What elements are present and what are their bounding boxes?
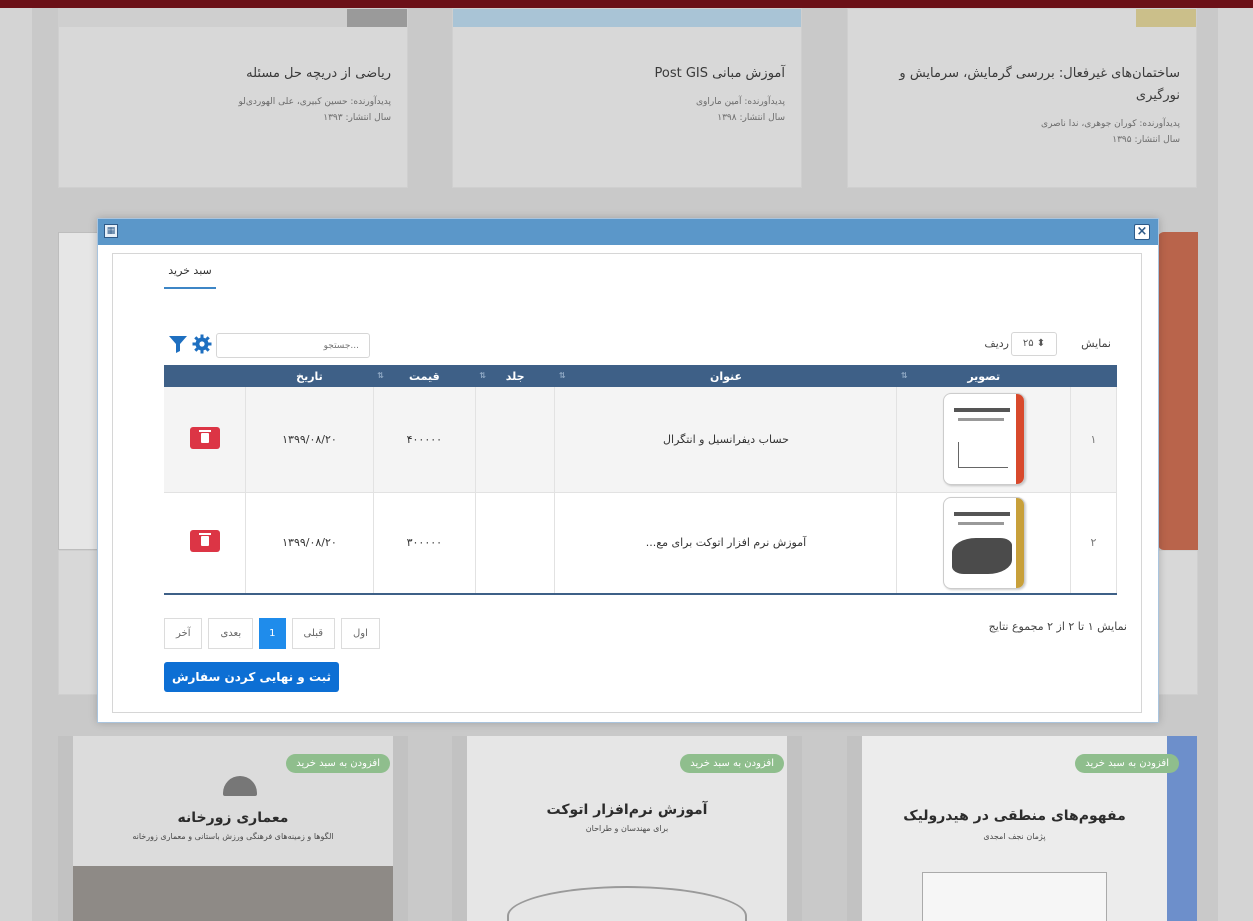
title-cell: آموزش نرم افزار اتوکت برای مع...	[554, 492, 898, 595]
lamp-icon	[223, 776, 257, 796]
book-card[interactable]: ساختمان‌های غیرفعال: بررسی گرمایش، سرمای…	[847, 8, 1197, 188]
pager-current[interactable]: 1	[259, 618, 286, 649]
add-to-cart-button[interactable]: افزودن به سبد خرید	[680, 754, 784, 773]
book-thumbnail[interactable]	[942, 393, 1025, 486]
book-author: پدیدآورنده: کوران جوهری، ندا ناصری	[1041, 119, 1180, 129]
search-input[interactable]	[216, 333, 370, 358]
site-header-bar	[0, 0, 1253, 8]
trash-icon	[198, 429, 211, 443]
book-card[interactable]: ریاضی از دریچه حل مسئله پدیدآورنده: حسین…	[58, 8, 408, 188]
rows-label: ردیف	[984, 337, 1009, 350]
book-cover[interactable]: معماری زورخانه الگوها و زمینه‌های فرهنگی…	[58, 736, 408, 921]
table-row: ۱۳۹۹/۰۸/۲۰ ۴۰۰۰۰۰ حساب دیفرانسیل و انتگر…	[164, 387, 1117, 493]
page-gutter-left	[0, 8, 32, 921]
book-author: پدیدآورنده: حسین کبیری، علی الهوردی‌لو	[238, 97, 391, 107]
volume-cell	[475, 387, 556, 493]
gear-icon[interactable]	[192, 334, 212, 354]
delete-cell	[164, 492, 247, 595]
finalize-order-button[interactable]: ثبت و نهایی کردن سفارش	[164, 662, 339, 692]
book-card-partial	[58, 232, 98, 550]
volume-cell	[475, 492, 556, 595]
book-year: سال انتشار: ۱۳۹۳	[323, 113, 391, 123]
date-cell: ۱۳۹۹/۰۸/۲۰	[245, 492, 374, 595]
pager-last[interactable]: آخر	[164, 618, 203, 649]
book-card-partial	[58, 550, 98, 695]
pager-first[interactable]: اول	[341, 618, 380, 649]
column-header-row	[1070, 365, 1117, 387]
book-card-partial	[1158, 550, 1198, 695]
book-cover[interactable]: آموزش نرم‌افزار اتوکت برای مهندسان و طرا…	[452, 736, 802, 921]
book-year: سال انتشار: ۱۳۹۵	[1112, 135, 1180, 145]
book-title[interactable]: ریاضی از دریچه حل مسئله	[246, 63, 391, 85]
book-cover-title: معماری زورخانه	[177, 810, 289, 826]
column-header-volume[interactable]: جلد ⇅	[475, 365, 555, 387]
book-cover-subtitle: الگوها و زمینه‌های فرهنگی ورزش باستانی و…	[132, 832, 334, 841]
delete-cell	[164, 387, 247, 493]
book-cover[interactable]: مفهوم‌های منطقی در هیدرولیک پژمان نجف ام…	[847, 736, 1197, 921]
book-thumbnail[interactable]	[942, 496, 1025, 589]
pager-prev[interactable]: قبلی	[291, 618, 335, 649]
row-number: ۱	[1070, 387, 1117, 493]
book-title[interactable]: آموزش مبانی Post GIS	[654, 63, 785, 85]
column-header-image[interactable]: تصویر ⇅	[896, 365, 1071, 387]
tab-cart[interactable]: سبد خرید	[164, 264, 216, 289]
filter-icon[interactable]	[168, 334, 188, 354]
pager-next[interactable]: بعدی	[208, 618, 254, 649]
delete-button[interactable]	[189, 426, 220, 449]
column-header-date[interactable]: تاریخ	[245, 365, 374, 387]
book-cover-title: مفهوم‌های منطقی در هیدرولیک	[903, 808, 1126, 824]
title-cell: حساب دیفرانسیل و انتگرال	[554, 387, 898, 493]
date-cell: ۱۳۹۹/۰۸/۲۰	[245, 387, 374, 493]
close-button[interactable]: ×	[1134, 224, 1150, 240]
delete-button[interactable]	[189, 530, 220, 553]
column-header-price[interactable]: قیمت ⇅	[373, 365, 476, 387]
trash-icon	[198, 533, 211, 547]
column-header-title[interactable]: عنوان ⇅	[554, 365, 897, 387]
dialog-titlebar[interactable]: ▦ ×	[98, 219, 1158, 245]
add-to-cart-button[interactable]: افزودن به سبد خرید	[286, 754, 390, 773]
column-header-actions	[164, 365, 246, 387]
window-icon: ▦	[104, 224, 118, 238]
show-label: نمایش	[1081, 337, 1111, 350]
book-title[interactable]: ساختمان‌های غیرفعال: بررسی گرمایش، سرمای…	[870, 63, 1180, 107]
pagination: آخر بعدی 1 قبلی اول	[164, 618, 380, 649]
cart-dialog: ▦ × سبد خرید نمایش ۲۵ ⬍ ردیف تاری	[97, 218, 1159, 723]
cart-table: تاریخ قیمت ⇅ جلد ⇅ عنوان ⇅ تصویر ⇅ ۱۳۹۹/۰۸/۲…	[164, 365, 1117, 595]
book-card-partial	[1158, 232, 1198, 550]
dialog-body: سبد خرید نمایش ۲۵ ⬍ ردیف تاریخ قیمت⇅	[112, 253, 1142, 713]
page-size-select[interactable]: ۲۵ ⬍	[1011, 332, 1057, 356]
image-cell	[896, 387, 1072, 493]
image-cell	[896, 492, 1072, 595]
price-cell: ۳۰۰۰۰۰	[373, 492, 476, 595]
book-year: سال انتشار: ۱۳۹۸	[717, 113, 785, 123]
add-to-cart-button[interactable]: افزودن به سبد خرید	[1075, 754, 1179, 773]
row-number: ۲	[1070, 492, 1117, 595]
book-cover-subtitle: برای مهندسان و طراحان	[585, 824, 669, 833]
book-cover-title: آموزش نرم‌افزار اتوکت	[546, 802, 708, 818]
book-author: پدیدآورنده: آمین ماراوی	[695, 97, 785, 107]
price-cell: ۴۰۰۰۰۰	[373, 387, 476, 493]
book-card[interactable]: آموزش مبانی Post GIS پدیدآورنده: آمین ما…	[452, 8, 802, 188]
results-summary: نمایش ۱ تا ۲ از ۲ مجموع نتایج	[988, 620, 1127, 633]
page-gutter-right	[1218, 8, 1253, 921]
book-cover-subtitle: پژمان نجف امجدی	[983, 832, 1046, 841]
table-row: ۱۳۹۹/۰۸/۲۰ ۳۰۰۰۰۰ آموزش نرم افزار اتوکت …	[164, 492, 1117, 595]
